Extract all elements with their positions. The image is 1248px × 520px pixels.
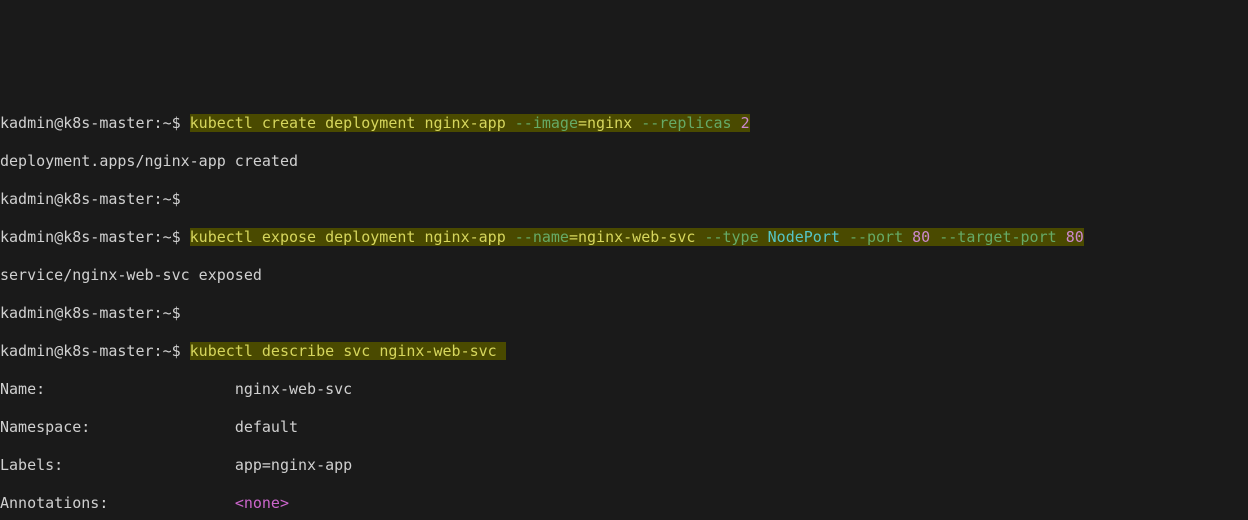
prompt-idle-1: kadmin@k8s-master:~$ [0, 190, 1248, 209]
desc-name: Name: nginx-web-svc [0, 380, 1248, 399]
desc-labels: Labels: app=nginx-app [0, 456, 1248, 475]
terminal[interactable]: kadmin@k8s-master:~$ kubectl create depl… [0, 95, 1248, 520]
prompt-host: k8s-master [63, 114, 153, 132]
cmd1-kubectl: kubectl [190, 114, 253, 132]
cmd-line-1: kadmin@k8s-master:~$ kubectl create depl… [0, 114, 1248, 133]
output-1: deployment.apps/nginx-app created [0, 152, 1248, 171]
cmd3-kubectl: kubectl [190, 342, 253, 360]
cmd-line-3: kadmin@k8s-master:~$ kubectl describe sv… [0, 342, 1248, 361]
prompt-path: ~ [163, 114, 172, 132]
desc-annotations: Annotations: <none> [0, 494, 1248, 513]
prompt-user: kadmin [0, 114, 54, 132]
cmd-line-2: kadmin@k8s-master:~$ kubectl expose depl… [0, 228, 1248, 247]
prompt-idle-2: kadmin@k8s-master:~$ [0, 304, 1248, 323]
output-2: service/nginx-web-svc exposed [0, 266, 1248, 285]
desc-namespace: Namespace: default [0, 418, 1248, 437]
cmd2-kubectl: kubectl [190, 228, 253, 246]
